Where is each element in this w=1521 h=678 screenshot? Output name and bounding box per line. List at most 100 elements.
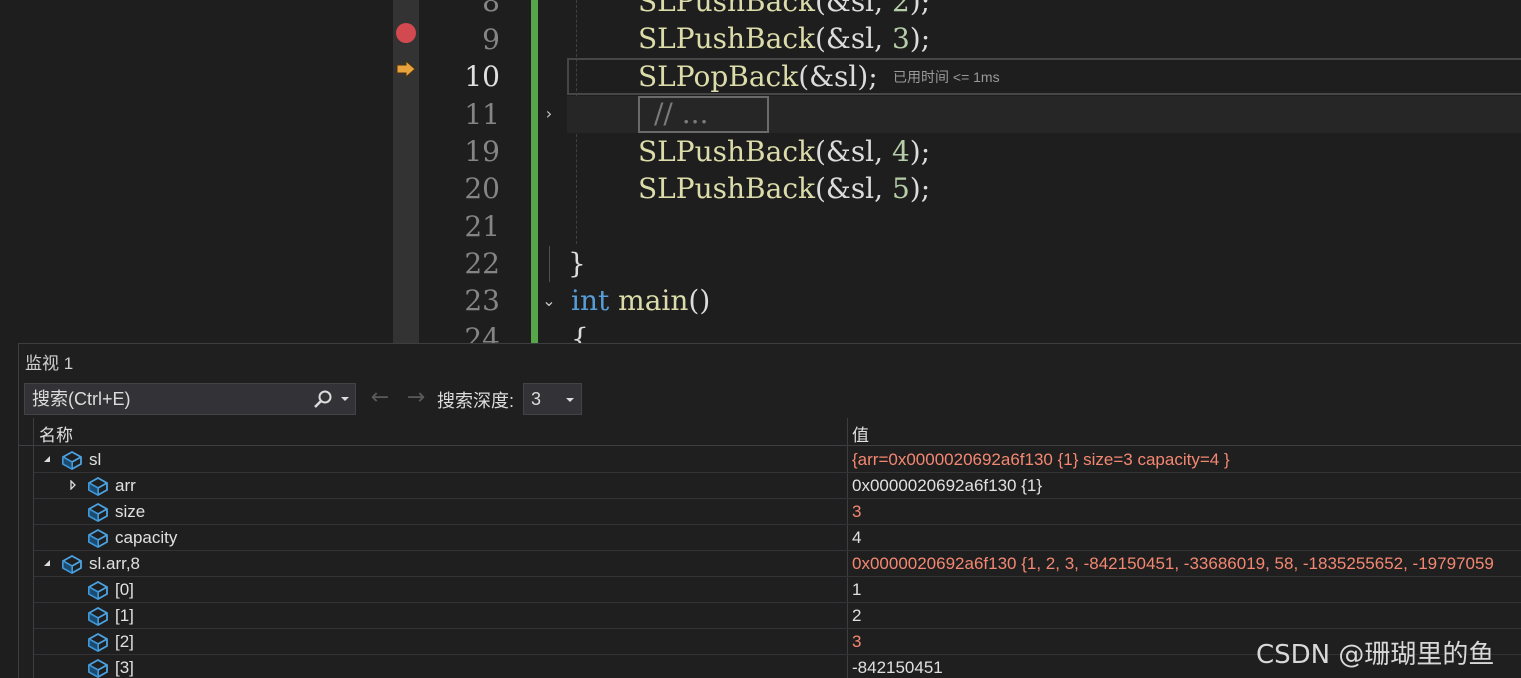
watch-row[interactable]: size 3 <box>34 499 1521 525</box>
code-line-22[interactable]: } <box>568 246 586 282</box>
call-end: ; <box>868 60 878 93</box>
watch-row[interactable]: [1] 2 <box>34 603 1521 629</box>
editor-left-area <box>0 0 393 343</box>
dropdown-arrow-icon[interactable] <box>339 395 351 403</box>
code-editor[interactable]: 8 9 10 11 19 20 21 22 23 24 › ⌄ SLPushBa… <box>0 0 1521 343</box>
call-end: ); <box>909 172 931 205</box>
line-number: 20 <box>464 172 500 205</box>
watch-row-name[interactable]: capacity <box>115 528 177 548</box>
watch-row-name[interactable]: sl <box>89 450 101 470</box>
call-end: ); <box>909 22 931 55</box>
search-box[interactable] <box>24 383 356 415</box>
search-back-arrow-icon[interactable]: ← <box>367 384 393 412</box>
call-args: (&sl, <box>814 135 892 168</box>
search-icon[interactable] <box>312 389 334 409</box>
code-line-10[interactable]: SLPopBack(&sl); <box>638 59 878 95</box>
line-number: 24 <box>464 322 500 343</box>
current-statement-arrow-icon[interactable] <box>395 60 417 78</box>
code-line-19[interactable]: SLPushBack(&sl, 4); <box>638 134 930 170</box>
variable-field-icon <box>60 553 84 575</box>
search-input[interactable] <box>25 384 305 414</box>
call-args: (&sl, <box>814 172 892 205</box>
column-header-value[interactable]: 值 <box>852 421 869 446</box>
numeric-literal: 4 <box>891 135 910 168</box>
numeric-literal: 2 <box>891 0 910 18</box>
call-end: ); <box>909 0 931 18</box>
function-name: main <box>618 284 689 317</box>
column-header-name[interactable]: 名称 <box>39 421 73 446</box>
variable-field-icon <box>86 631 110 653</box>
watch-row-name[interactable]: [3] <box>115 658 134 678</box>
watch-row-name[interactable]: sl.arr,8 <box>89 554 140 574</box>
function-call: SLPushBack <box>638 22 815 55</box>
code-line-8[interactable]: SLPushBack(&sl, 2); <box>638 0 930 20</box>
function-call: SLPopBack <box>638 60 799 93</box>
numeric-literal: 5 <box>891 172 910 205</box>
change-tracking-bar <box>531 0 538 343</box>
line-number: 22 <box>464 247 500 280</box>
watch-row-value[interactable]: 3 <box>852 502 1521 522</box>
watch-row[interactable]: capacity 4 <box>34 525 1521 551</box>
watch-title: 监视 1 <box>25 354 74 373</box>
watch-row-name[interactable]: arr <box>115 476 136 496</box>
call-args: (&sl, <box>814 0 892 18</box>
call-end: ); <box>909 135 931 168</box>
row-gutter <box>19 418 34 678</box>
watch-row-value[interactable]: 4 <box>852 528 1521 548</box>
watch-row-name[interactable]: [2] <box>115 632 134 652</box>
watch-row-name[interactable]: [0] <box>115 580 134 600</box>
watch-row-value[interactable]: 1 <box>852 580 1521 600</box>
line-number: 8 <box>482 0 500 18</box>
variable-field-icon <box>86 579 110 601</box>
line-number: 23 <box>464 284 500 317</box>
variable-field-icon <box>86 475 110 497</box>
indent-guide <box>576 134 577 244</box>
watermark: CSDN @珊瑚里的鱼 <box>1256 640 1495 670</box>
expand-chevron-icon[interactable]: › <box>540 105 558 123</box>
watch-row[interactable]: [0] 1 <box>34 577 1521 603</box>
collapse-triangle-icon[interactable] <box>42 558 52 568</box>
function-call: SLPushBack <box>638 172 815 205</box>
line-number: 19 <box>464 135 500 168</box>
call-args: (&sl, <box>814 22 892 55</box>
search-depth-label: 搜索深度: <box>437 391 515 411</box>
keyword: int <box>571 284 610 317</box>
watch-row-value[interactable]: 2 <box>852 606 1521 626</box>
watch-window: 监视 1 ← → 搜索深度: 3 名称 值 sl {arr=0x000002069… <box>18 343 1521 678</box>
watch-row[interactable]: sl.arr,8 0x0000020692a6f130 {1, 2, 3, -84… <box>34 551 1521 577</box>
line-number: 21 <box>464 210 500 243</box>
watch-row[interactable]: sl {arr=0x0000020692a6f130 {1} size=3 cap… <box>34 447 1521 473</box>
scope-guide <box>549 246 550 282</box>
variable-field-icon <box>86 657 110 678</box>
collapsed-region[interactable]: // ... <box>638 96 769 133</box>
perf-tip[interactable]: 已用时间 <= 1ms <box>893 67 1000 87</box>
search-depth-select[interactable]: 3 <box>523 383 582 415</box>
function-call: SLPushBack <box>638 135 815 168</box>
glyph-margin[interactable] <box>393 0 419 343</box>
code-line-9[interactable]: SLPushBack(&sl, 3); <box>638 21 930 57</box>
variable-field-icon <box>86 605 110 627</box>
code-line-23[interactable]: int main() <box>571 283 710 319</box>
breakpoint-icon[interactable] <box>396 23 416 43</box>
line-number: 11 <box>464 98 500 131</box>
search-forward-arrow-icon[interactable]: → <box>403 384 429 412</box>
code-line-24[interactable]: { <box>571 321 589 343</box>
code-line-20[interactable]: SLPushBack(&sl, 5); <box>638 171 930 207</box>
collapse-triangle-icon[interactable] <box>42 454 52 464</box>
watch-row-name[interactable]: [1] <box>115 606 134 626</box>
numeric-literal: 3 <box>891 22 910 55</box>
function-call: SLPushBack <box>638 0 815 18</box>
expand-triangle-icon[interactable] <box>68 480 78 490</box>
line-number: 9 <box>482 23 500 56</box>
watch-row-value[interactable]: 0x0000020692a6f130 {1, 2, 3, -842150451,… <box>852 554 1521 574</box>
dropdown-arrow-icon[interactable] <box>564 396 576 404</box>
watch-row-name[interactable]: size <box>115 502 145 522</box>
variable-field-icon <box>60 449 84 471</box>
watch-row-value[interactable]: 0x0000020692a6f130 {1} <box>852 476 1521 496</box>
watch-row-value[interactable]: {arr=0x0000020692a6f130 {1} size=3 capac… <box>852 450 1521 470</box>
call-args: (&sl) <box>798 60 869 93</box>
search-depth-value: 3 <box>531 389 542 409</box>
watch-row[interactable]: arr 0x0000020692a6f130 {1} <box>34 473 1521 499</box>
line-number-current: 10 <box>464 60 500 93</box>
collapse-chevron-icon[interactable]: ⌄ <box>540 292 558 310</box>
